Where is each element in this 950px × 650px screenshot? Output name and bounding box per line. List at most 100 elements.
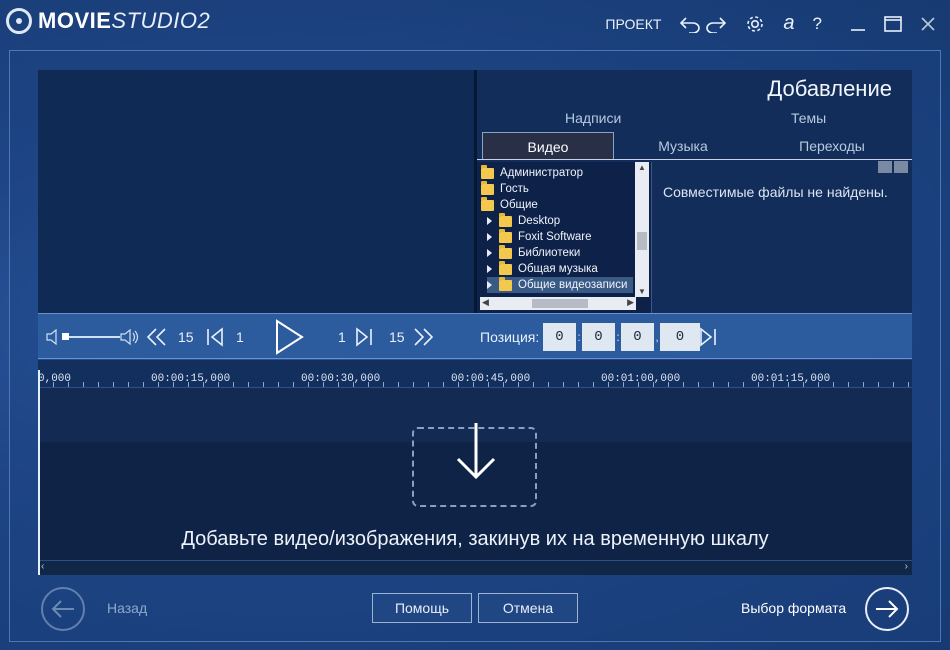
ruler-tick bbox=[473, 382, 474, 387]
ruler-tick bbox=[533, 382, 534, 387]
position-hours-field[interactable]: 0 bbox=[543, 323, 576, 351]
large-icons-view-icon[interactable] bbox=[894, 161, 908, 173]
tree-item[interactable]: Desktop bbox=[487, 212, 560, 229]
timeline-ruler[interactable]: 0,000 00:00:15,000 00:00:30,000 00:00:45… bbox=[38, 360, 912, 388]
expand-arrow-icon[interactable] bbox=[487, 217, 492, 225]
next-label[interactable]: Выбор формата bbox=[741, 600, 846, 616]
logo-italic-text: STUDIO2 bbox=[111, 8, 211, 33]
expand-arrow-icon[interactable] bbox=[487, 281, 492, 289]
scroll-up-icon[interactable]: ▲ bbox=[638, 163, 646, 172]
back-button[interactable] bbox=[41, 587, 85, 631]
play-button[interactable] bbox=[274, 314, 304, 360]
tab-transitions[interactable]: Переходы bbox=[752, 132, 912, 160]
ruler-tick bbox=[908, 382, 909, 387]
tab-captions[interactable]: Надписи bbox=[565, 110, 621, 126]
ruler-tick bbox=[128, 382, 129, 387]
tree-item-selected[interactable]: Общие видеозаписи bbox=[487, 277, 633, 293]
language-button[interactable]: a bbox=[783, 12, 794, 35]
ruler-tick bbox=[173, 382, 174, 387]
position-minutes-field[interactable]: 0 bbox=[582, 323, 615, 351]
ruler-tick bbox=[728, 382, 729, 387]
help-footer-button[interactable]: Помощь bbox=[372, 593, 472, 623]
scroll-down-icon[interactable]: ▼ bbox=[638, 287, 646, 296]
tree-item[interactable]: Гость bbox=[481, 180, 529, 197]
scroll-right-icon[interactable]: › bbox=[905, 561, 908, 572]
expand-arrow-icon[interactable] bbox=[487, 265, 492, 273]
scroll-thumb[interactable] bbox=[637, 232, 647, 250]
expand-arrow-icon[interactable] bbox=[487, 249, 492, 257]
add-panel: Добавление Надписи Темы Видео Музыка Пер… bbox=[477, 70, 912, 313]
ruler-tick bbox=[578, 382, 579, 387]
ruler-tick bbox=[713, 382, 714, 387]
ruler-tick bbox=[278, 382, 279, 387]
timeline-horizontal-scrollbar[interactable]: ‹ › bbox=[38, 560, 912, 575]
forward-15-icon[interactable] bbox=[412, 314, 434, 360]
position-seconds-field[interactable]: 0 bbox=[621, 323, 654, 351]
scroll-thumb[interactable] bbox=[532, 299, 588, 308]
tree-vertical-scrollbar[interactable]: ▲ ▼ bbox=[635, 162, 649, 297]
ruler-tick bbox=[488, 382, 489, 387]
playhead[interactable] bbox=[38, 370, 40, 575]
maximize-icon[interactable] bbox=[884, 15, 902, 32]
volume-knob[interactable] bbox=[62, 333, 69, 340]
project-menu-button[interactable]: ПРОЕКТ bbox=[605, 16, 661, 32]
ruler-tick bbox=[623, 382, 624, 387]
rewind-15-icon[interactable] bbox=[146, 314, 168, 360]
ruler-tick bbox=[98, 382, 99, 387]
position-fields: 0 : 0 : 0 , 0 bbox=[543, 314, 700, 360]
title-bar: MOVIESTUDIO2 ПРОЕКТ a ? bbox=[0, 0, 950, 50]
ruler-tick bbox=[863, 382, 864, 387]
empty-files-message: Совместимые файлы не найдены. bbox=[663, 184, 888, 200]
tree-item[interactable]: Общая музыка bbox=[487, 260, 598, 277]
scroll-left-icon[interactable]: ‹ bbox=[41, 561, 44, 572]
folder-icon bbox=[499, 228, 512, 243]
cancel-button[interactable]: Отмена bbox=[478, 593, 578, 623]
ruler-tick bbox=[293, 382, 294, 387]
logo-bold-text: MOVIE bbox=[38, 8, 112, 33]
folder-tree: Администратор Гость Общие Desktop Foxit … bbox=[477, 162, 652, 313]
timeline-track-area[interactable]: Добавьте видео/изображения, закинув их н… bbox=[38, 388, 912, 560]
folder-icon bbox=[499, 244, 512, 259]
ruler-tick bbox=[518, 382, 519, 387]
tab-video[interactable]: Видео bbox=[482, 132, 614, 160]
scroll-right-icon[interactable]: ▶ bbox=[627, 297, 634, 308]
grid-view-icon[interactable] bbox=[878, 161, 892, 173]
close-icon[interactable] bbox=[920, 16, 936, 32]
tree-item[interactable]: Администратор bbox=[481, 164, 583, 181]
ruler-tick bbox=[158, 382, 159, 387]
arrow-left-icon bbox=[51, 600, 74, 618]
folder-icon bbox=[499, 260, 512, 275]
tree-horizontal-scrollbar[interactable]: ◀ ▶ bbox=[480, 297, 636, 310]
go-to-end-icon[interactable] bbox=[698, 314, 718, 360]
frame-forward-icon[interactable] bbox=[354, 314, 374, 360]
redo-icon[interactable] bbox=[705, 15, 727, 33]
volume-speaker-icon[interactable] bbox=[120, 314, 140, 360]
mute-speaker-icon[interactable] bbox=[46, 314, 60, 360]
scroll-left-icon[interactable]: ◀ bbox=[482, 297, 489, 308]
next-button[interactable] bbox=[865, 587, 909, 631]
tree-item[interactable]: Общие bbox=[481, 196, 538, 213]
undo-icon[interactable] bbox=[679, 15, 701, 33]
tree-item[interactable]: Foxit Software bbox=[487, 228, 592, 245]
tab-music[interactable]: Музыка bbox=[617, 132, 749, 160]
position-ms-field[interactable]: 0 bbox=[660, 323, 700, 351]
volume-slider[interactable] bbox=[62, 314, 120, 360]
ruler-tick bbox=[683, 382, 684, 387]
arrow-right-icon bbox=[876, 600, 899, 618]
tree-item[interactable]: Библиотеки bbox=[487, 244, 580, 261]
help-button[interactable]: ? bbox=[813, 14, 822, 34]
view-mode-icons[interactable] bbox=[878, 161, 908, 173]
back-label[interactable]: Назад bbox=[107, 600, 147, 616]
settings-gear-icon[interactable] bbox=[745, 14, 765, 34]
minimize-icon[interactable] bbox=[850, 16, 866, 32]
ruler-tick bbox=[608, 382, 609, 387]
ruler-label: 0,000 bbox=[38, 373, 72, 385]
add-panel-title: Добавление bbox=[767, 76, 892, 101]
ruler-tick bbox=[353, 382, 354, 387]
ruler-tick bbox=[743, 382, 744, 387]
folder-icon bbox=[481, 164, 494, 179]
drop-zone[interactable] bbox=[412, 423, 537, 507]
frame-back-icon[interactable] bbox=[205, 314, 225, 360]
tab-themes[interactable]: Темы bbox=[791, 110, 826, 126]
expand-arrow-icon[interactable] bbox=[487, 233, 492, 241]
